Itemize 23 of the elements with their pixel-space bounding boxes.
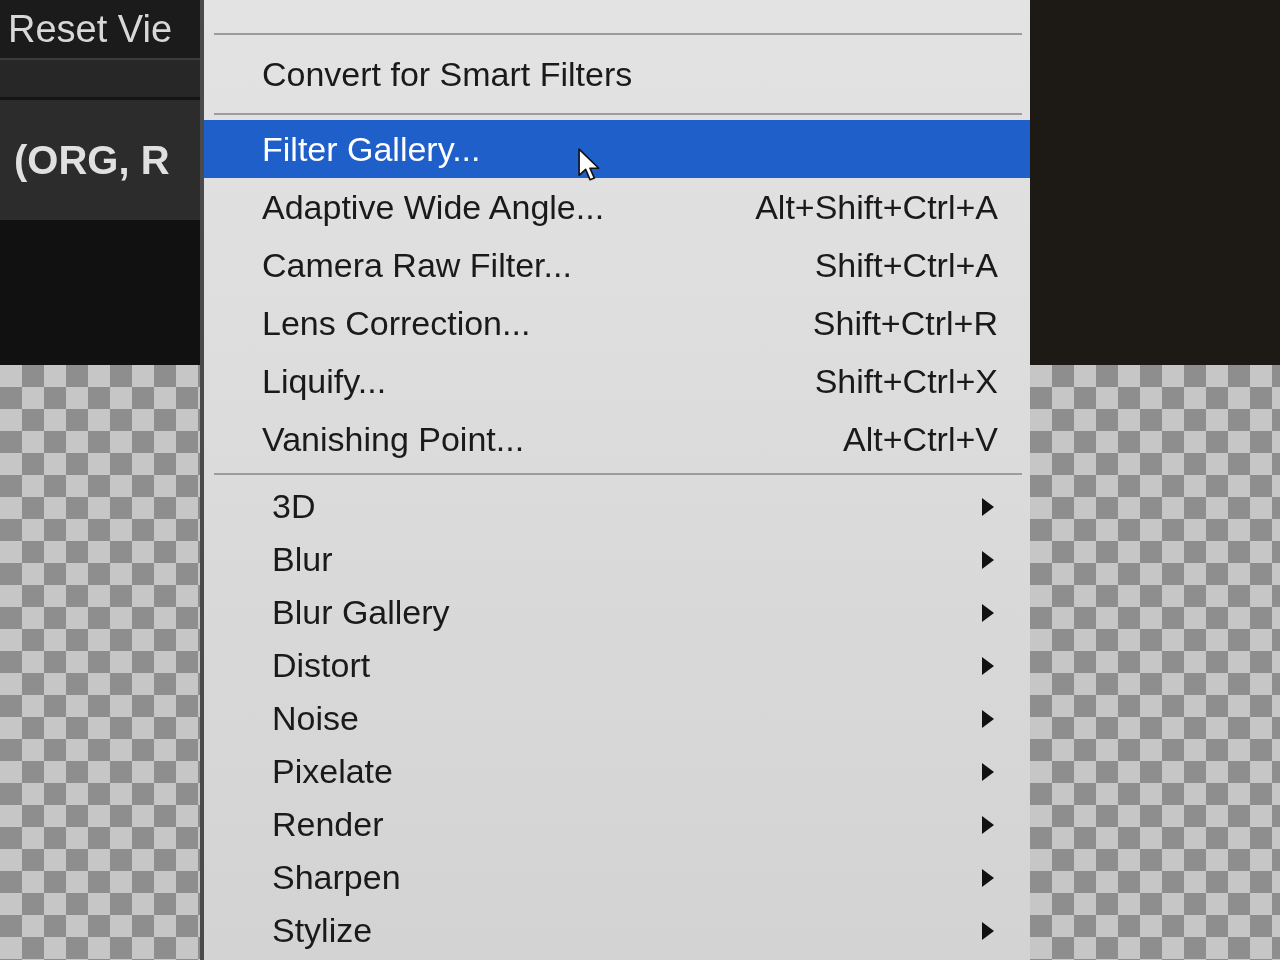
menu-item[interactable]: Distort: [204, 639, 1030, 692]
menu-item[interactable]: 3D: [204, 480, 1030, 533]
menu-item[interactable]: Render: [204, 798, 1030, 851]
menu-item[interactable]: Lens Correction... Shift+Ctrl+R: [204, 294, 1030, 352]
document-title: (ORG, R: [14, 137, 170, 183]
menu-item[interactable]: Blur: [204, 533, 1030, 586]
shortcut-text: Alt+Ctrl+V: [843, 419, 998, 459]
shortcut-text: Shift+Ctrl+R: [812, 303, 998, 343]
menu-item[interactable]: Filter Gallery...: [204, 120, 1030, 178]
menu-item[interactable]: Noise: [204, 692, 1030, 745]
menu-item[interactable]: Stylize: [204, 904, 1030, 957]
menu-item[interactable]: Blur Gallery: [204, 586, 1030, 639]
shortcut-text: Shift+Ctrl+A: [814, 245, 998, 285]
shortcut-text: Shift+Ctrl+X: [814, 361, 998, 401]
menu-item[interactable]: Convert for Smart Filters: [204, 40, 1030, 108]
menu-item[interactable]: Pixelate: [204, 745, 1030, 798]
menu-item[interactable]: Sharpen: [204, 851, 1030, 904]
menu-item[interactable]: Liquify... Shift+Ctrl+X: [204, 352, 1030, 410]
shortcut-text: Alt+Shift+Ctrl+A: [755, 187, 998, 227]
menu-item[interactable]: Vanishing Point... Alt+Ctrl+V: [204, 410, 1030, 468]
arrow-cursor-icon: [578, 148, 602, 183]
menu-item[interactable]: Adaptive Wide Angle... Alt+Shift+Ctrl+A: [204, 178, 1030, 236]
menu-item[interactable]: Camera Raw Filter... Shift+Ctrl+A: [204, 236, 1030, 294]
